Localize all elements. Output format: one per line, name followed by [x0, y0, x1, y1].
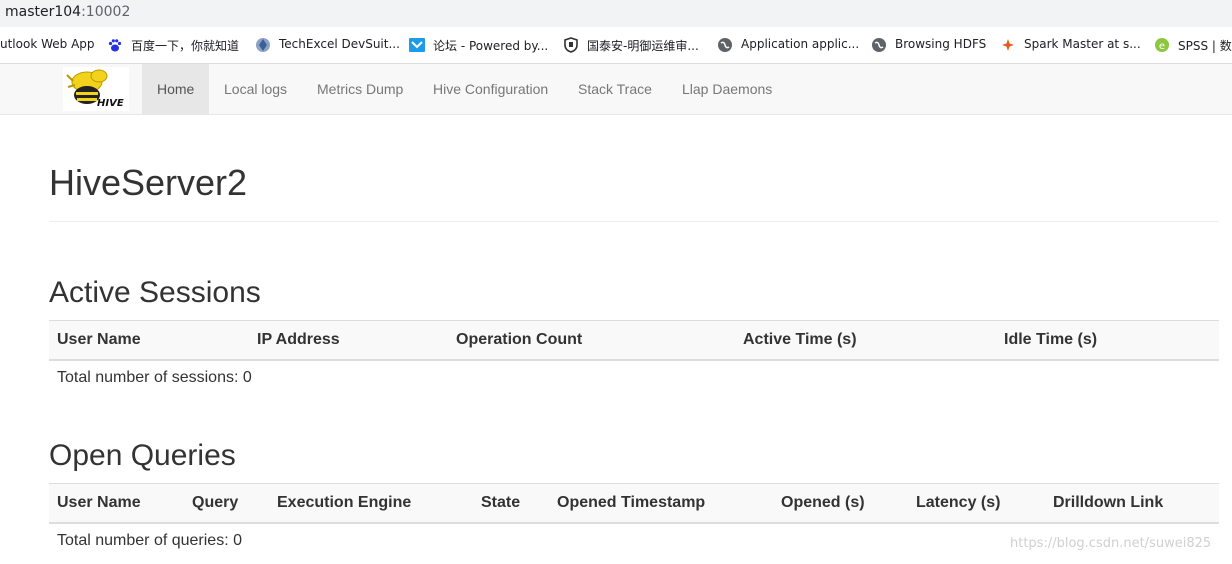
column-header: Opened (s) [781, 494, 865, 511]
column-header: Drilldown Link [1053, 494, 1164, 511]
forum-icon [409, 38, 425, 52]
globe-icon [718, 38, 732, 52]
column-header: IP Address [257, 331, 340, 348]
baidu-paw-icon [108, 39, 122, 52]
techexcel-icon [256, 38, 270, 52]
tab-hive-configuration[interactable]: Hive Configuration [418, 64, 563, 114]
divider [49, 221, 1219, 222]
hive-logo[interactable]: HIVE [63, 67, 129, 111]
bookmark-label: 国泰安-明御运维审... [587, 39, 699, 53]
column-header: Operation Count [456, 331, 583, 348]
column-header: Active Time (s) [743, 331, 857, 348]
logo-text: HIVE [97, 98, 124, 109]
bookmark-label: Spark Master at s... [1024, 37, 1141, 51]
tab-llap-daemons[interactable]: Llap Daemons [667, 64, 787, 114]
open-queries-heading: Open Queries [49, 439, 236, 472]
svg-text:e: e [1159, 41, 1165, 52]
tab-local-logs[interactable]: Local logs [209, 64, 302, 114]
column-header: State [481, 494, 521, 511]
url-text[interactable]: master104:10002 [5, 4, 130, 20]
queries-total: Total number of queries: 0 [57, 532, 242, 549]
column-header: Opened Timestamp [557, 494, 706, 511]
column-header: User Name [57, 331, 141, 348]
column-header: Query [192, 494, 239, 511]
bookmark-label: 百度一下，你就知道 [131, 39, 240, 53]
shield-icon [564, 37, 578, 53]
bookmark-label: SPSS | 数据 [1178, 39, 1232, 53]
column-header: User Name [57, 494, 141, 511]
column-header: Latency (s) [916, 494, 1001, 511]
bookmark-label: TechExcel DevSuit... [279, 37, 400, 51]
column-header: Execution Engine [277, 494, 412, 511]
page-title: HiveServer2 [49, 162, 248, 203]
active-sessions-heading: Active Sessions [49, 276, 261, 309]
active-sessions-table-header: User Name IP Address Operation Count Act… [49, 320, 1219, 361]
bookmark-label: 论坛 - Powered by... [433, 39, 549, 53]
top-navbar: HIVE Home Local logs Metrics Dump Hive C… [0, 64, 1232, 115]
spark-icon [1002, 39, 1014, 51]
bookmark-label: Browsing HDFS [895, 37, 987, 51]
tab-stack-trace[interactable]: Stack Trace [563, 64, 667, 114]
bookmark-label: utlook Web App [0, 37, 95, 51]
tab-home[interactable]: Home [142, 64, 210, 114]
column-header: Idle Time (s) [1004, 331, 1098, 348]
open-queries-table-header: User Name Query Execution Engine State O… [49, 483, 1219, 524]
bookmarks-bar: utlook Web App 百度一下，你就知道 TechExcel DevSu… [0, 27, 1232, 64]
tab-metrics-dump[interactable]: Metrics Dump [302, 64, 418, 114]
globe-icon [872, 38, 886, 52]
bookmark-label: Application applic... [741, 37, 860, 51]
address-bar[interactable]: master104:10002 [0, 0, 1232, 27]
watermark: https://blog.csdn.net/suwei825 [1010, 536, 1212, 551]
spss-icon: e [1155, 38, 1169, 52]
sessions-total: Total number of sessions: 0 [57, 369, 252, 386]
